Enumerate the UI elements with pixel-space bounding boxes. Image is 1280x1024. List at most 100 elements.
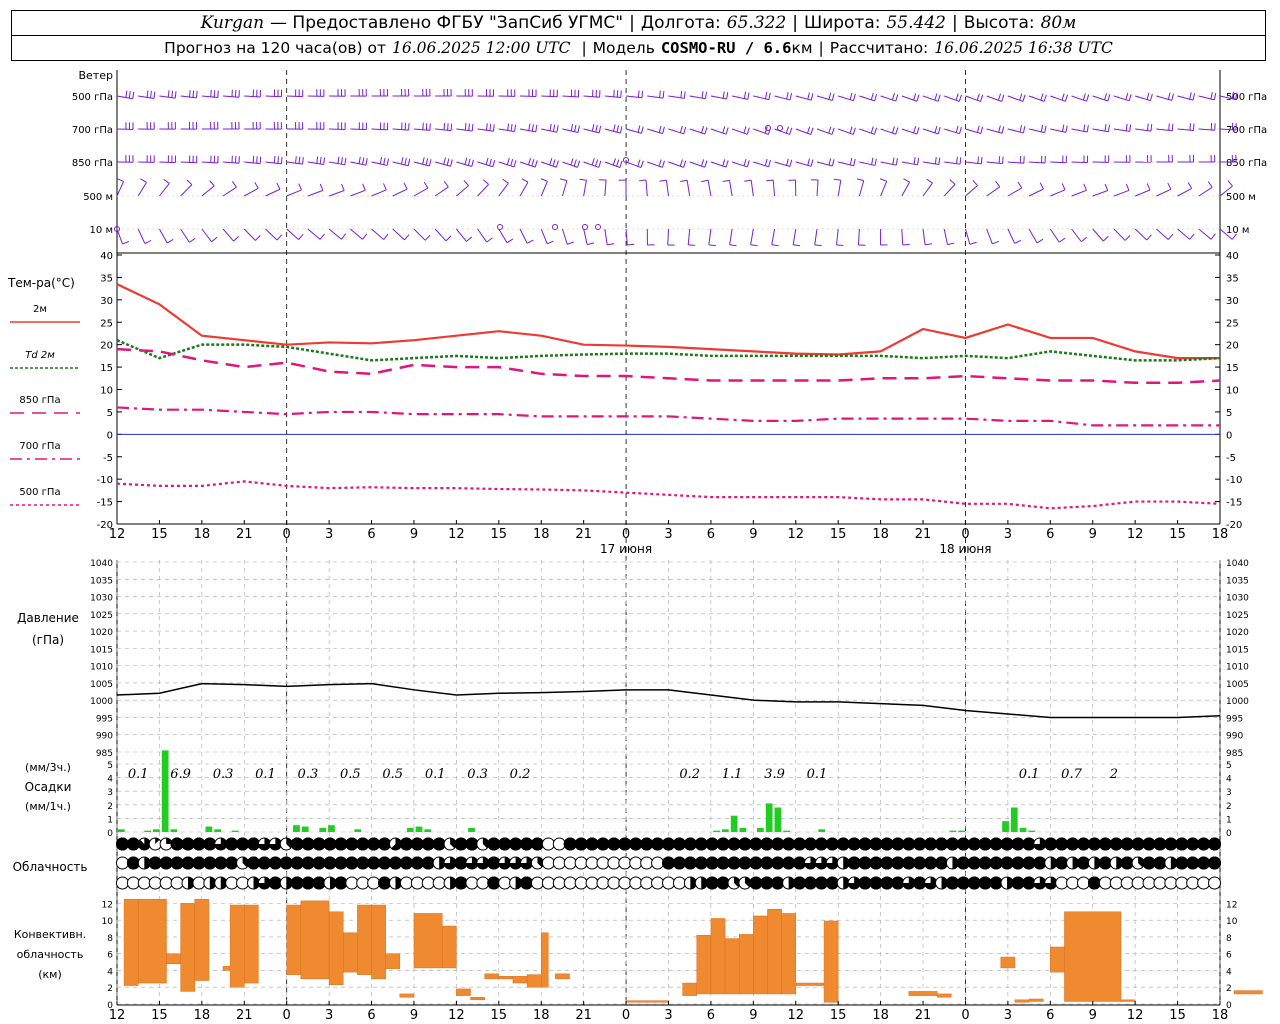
temp-series-4 bbox=[116, 480, 1221, 510]
precip-total-label: 0.1 bbox=[255, 767, 276, 782]
cloud-symbol bbox=[1131, 876, 1145, 890]
temp-x-tick-label: 18 bbox=[872, 527, 889, 542]
wind-barb-flag bbox=[958, 94, 962, 102]
wind-barb-shaft bbox=[1156, 228, 1169, 240]
wind-barb-flag bbox=[534, 160, 538, 168]
wind-level-label: 10 м bbox=[90, 225, 113, 236]
wind-barb-flag bbox=[828, 158, 832, 166]
wind-barb-flag bbox=[535, 124, 538, 132]
cloud-symbol-full bbox=[1109, 837, 1123, 851]
wind-barb-shaft bbox=[350, 189, 366, 197]
wind-barb-flag bbox=[323, 157, 326, 165]
pressure-tick-label-right: 985 bbox=[1226, 749, 1243, 759]
precip-total-label: 0.1 bbox=[425, 767, 446, 782]
wind-barb-shaft bbox=[729, 228, 733, 245]
temp-tick-label-right: 40 bbox=[1226, 251, 1239, 262]
precip-bar bbox=[301, 826, 309, 832]
cloud-symbol-full bbox=[312, 876, 326, 890]
wind-barb-flag bbox=[1187, 182, 1193, 189]
wind-barb-flag bbox=[746, 160, 750, 168]
cloud-symbol-full bbox=[1076, 837, 1090, 851]
wind-barb-flag bbox=[1210, 233, 1216, 240]
wind-barb-flag bbox=[471, 123, 474, 132]
conv-tick-label: 12 bbox=[102, 900, 113, 910]
wind-barb-shaft bbox=[138, 95, 155, 99]
wind-barb-shaft bbox=[707, 180, 712, 197]
wind-barb-flag bbox=[729, 244, 737, 247]
cloud-symbol-full bbox=[323, 856, 337, 870]
cloud-symbol-full bbox=[858, 856, 872, 870]
conv-cloud-bar bbox=[194, 898, 210, 981]
conv-cloud-bar bbox=[1000, 956, 1016, 969]
cloud-symbol-full bbox=[1142, 856, 1156, 870]
cloud-symbol-full bbox=[334, 856, 348, 870]
wind-barb-flag bbox=[679, 159, 683, 167]
wind-barb-shaft bbox=[774, 95, 791, 101]
wind-barb-shaft bbox=[137, 182, 147, 197]
cloud-symbol-full bbox=[465, 837, 479, 851]
conv-cloud-bar bbox=[166, 953, 181, 965]
cloud-symbol bbox=[552, 856, 566, 870]
cloud-symbol-full bbox=[978, 837, 992, 851]
cloud-symbol-full bbox=[126, 856, 140, 870]
cloud-symbol-full bbox=[378, 856, 392, 870]
cloud-symbol-full bbox=[858, 837, 872, 851]
wind-barb-shaft bbox=[1177, 228, 1191, 240]
wind-barb-flag bbox=[744, 179, 752, 182]
cloud-symbol bbox=[1208, 876, 1222, 890]
wind-barb-flag bbox=[298, 233, 304, 240]
wind-barb-flag bbox=[1014, 239, 1022, 244]
wind-barb-flag bbox=[483, 179, 489, 185]
precip-total-label: 0.3 bbox=[298, 767, 319, 782]
wind-barb-flag bbox=[1128, 93, 1132, 101]
cloud-symbol-full bbox=[378, 876, 392, 890]
conv-tick-label-right: 8 bbox=[1226, 934, 1232, 944]
temp-series-2 bbox=[116, 347, 1221, 385]
temp-tick-label: 30 bbox=[100, 296, 113, 307]
wind-barb-shaft bbox=[371, 189, 387, 197]
precip-bar bbox=[722, 829, 729, 832]
conv-cloud-bar bbox=[781, 913, 797, 995]
bottom-x-tick-label: 15 bbox=[830, 1008, 847, 1023]
temp-series-3 bbox=[116, 406, 1220, 427]
cloud-symbol-full bbox=[716, 876, 730, 890]
wind-barb-flag bbox=[153, 91, 156, 99]
precip-total-label: 0.1 bbox=[807, 767, 828, 782]
temp-x-tick-label: 15 bbox=[1169, 527, 1186, 542]
cloud-symbol-full bbox=[672, 856, 686, 870]
wind-barb-flag bbox=[464, 157, 468, 165]
temp-tick-label-right: 35 bbox=[1226, 273, 1239, 284]
wind-barb-flag bbox=[276, 182, 281, 190]
wind-barb-shaft bbox=[541, 95, 558, 98]
wind-barb-flag bbox=[365, 158, 368, 166]
temp-x-tick-label: 6 bbox=[367, 527, 375, 542]
temp-tick-label-right: 30 bbox=[1226, 296, 1239, 307]
conv-cloud-bar bbox=[456, 988, 471, 996]
wind-barb-shaft bbox=[562, 95, 579, 98]
wind-barb-shaft bbox=[687, 228, 691, 245]
temp-x-tick-label: 12 bbox=[448, 527, 465, 542]
wind-barb-flag bbox=[747, 92, 750, 100]
wind-barb-shaft bbox=[583, 128, 600, 134]
wind-barb-shaft bbox=[1198, 186, 1213, 197]
wind-barb-flag bbox=[793, 244, 801, 247]
wind-barb-shaft bbox=[371, 228, 384, 240]
cloud-symbol-full bbox=[520, 876, 534, 890]
cloud-symbol-full bbox=[247, 837, 261, 851]
precip-bar bbox=[170, 829, 178, 832]
wind-barb-flag bbox=[577, 125, 580, 133]
wind-barb-flag bbox=[362, 157, 365, 165]
wind-barb-flag bbox=[1019, 125, 1022, 133]
cloud-symbol-full bbox=[574, 837, 588, 851]
wind-barb-flag bbox=[726, 92, 729, 100]
bottom-x-tick-label: 6 bbox=[367, 1008, 375, 1023]
cloud-symbol-full bbox=[738, 837, 752, 851]
bottom-x-tick-label: 18 bbox=[533, 1008, 550, 1023]
wind-barb-flag bbox=[302, 157, 304, 165]
temp-tick-label-right: -20 bbox=[1226, 520, 1242, 531]
wind-barb-shaft bbox=[477, 228, 488, 243]
wind-barb-shaft bbox=[1071, 161, 1088, 164]
precip-bar bbox=[818, 829, 826, 832]
wind-barb-shaft bbox=[943, 183, 956, 197]
wind-barb-flag bbox=[810, 93, 814, 101]
